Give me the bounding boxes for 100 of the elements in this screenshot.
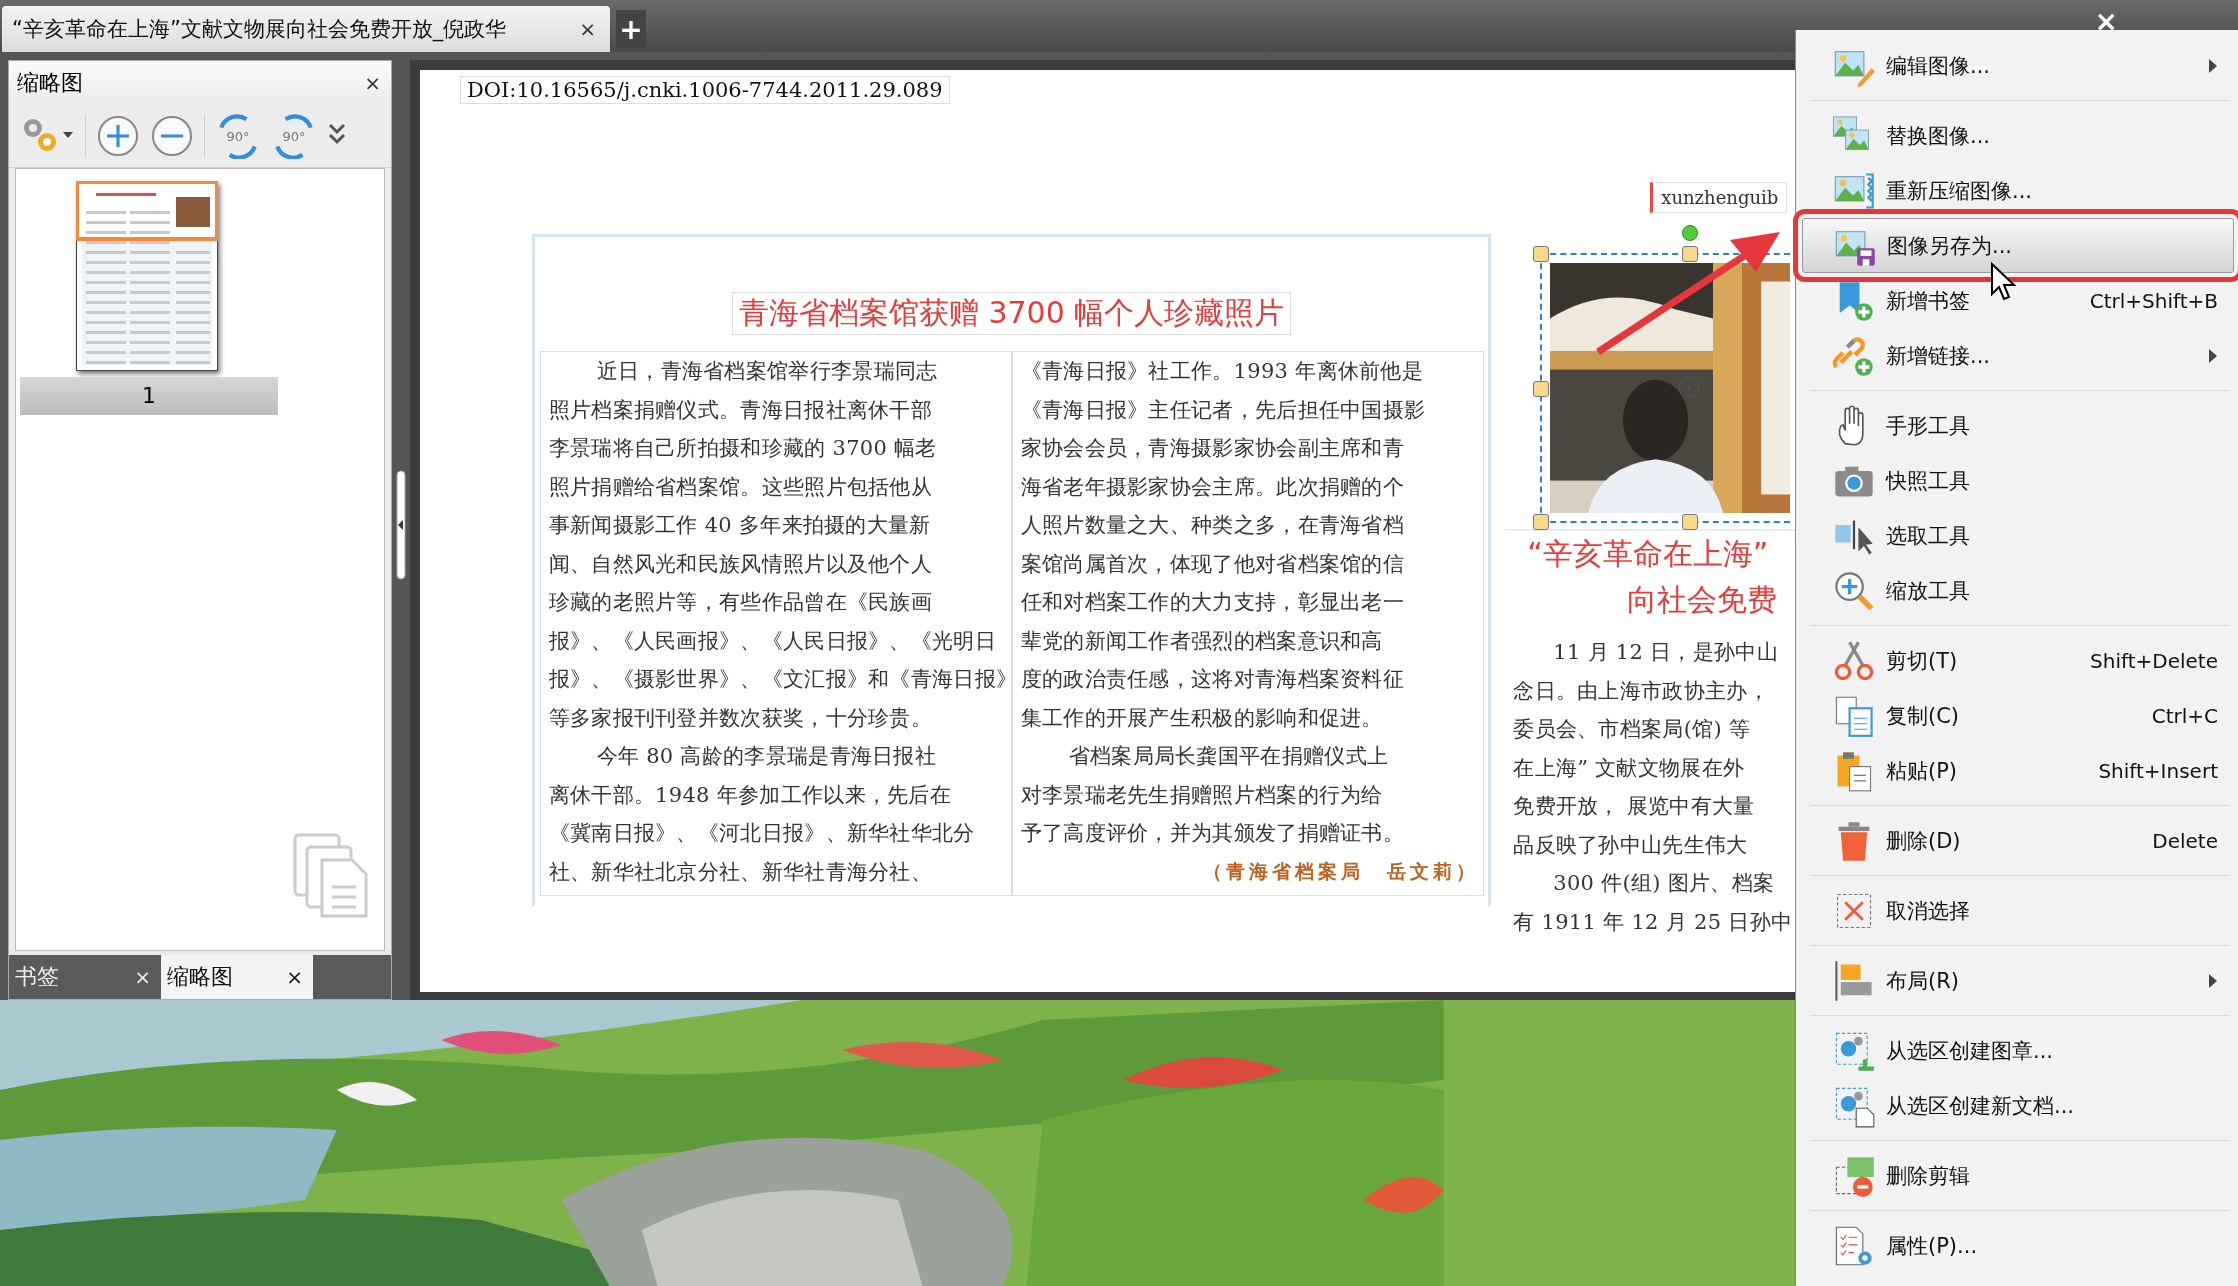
text-line: 家协会会员，青海摄影家协会副主席和青 (1020, 435, 1404, 462)
menu-item-label[interactable]: 粘贴(P) (1886, 756, 2089, 785)
panel-title: 缩略图 (17, 69, 83, 97)
menu-item-label[interactable]: 替换图像... (1886, 121, 2218, 150)
resize-handle[interactable] (1533, 381, 1550, 397)
menu-item[interactable]: 删除(D) Delete (1796, 813, 2238, 868)
menu-item[interactable]: 复制(C) Ctrl+C (1796, 688, 2238, 743)
menu-item-label[interactable]: 删除(D) (1886, 826, 2143, 855)
submenu-arrow-icon (2208, 347, 2218, 364)
resize-handle[interactable] (1533, 246, 1550, 262)
rotate-right-button[interactable]: 90° (271, 113, 317, 159)
menu-item[interactable]: 重新压缩图像... (1796, 163, 2238, 218)
resize-handle[interactable] (1682, 246, 1699, 262)
text-line: 照片档案捐赠仪式。青海日报社离休干部 (548, 396, 932, 424)
menu-item[interactable]: 从选区创建图章... (1796, 1023, 2238, 1078)
rotate-left-button[interactable]: 90° (215, 113, 261, 159)
close-panel-button[interactable]: × (360, 71, 385, 95)
panel-tab[interactable]: 缩略图 × (161, 955, 313, 999)
tab-title[interactable]: “辛亥革命在上海”文献文物展向社会免费开放_倪政华 (12, 15, 576, 43)
menu-item[interactable]: 新增链接... (1796, 328, 2238, 383)
menu-item[interactable]: 替换图像... (1796, 108, 2238, 163)
menu-item-label[interactable]: 选取工具 (1886, 521, 2218, 550)
close-tab-button[interactable]: × (130, 965, 155, 989)
menu-item[interactable]: 布局(R) (1796, 953, 2238, 1008)
text-line: 近日，青海省档案馆举行李景瑞同志 (595, 358, 938, 385)
text-line: 品反映了孙中山先生伟大 (1513, 831, 1748, 859)
resize-handle[interactable] (1682, 514, 1699, 530)
text-line: 集工作的开展产生积极的影响和促进。 (1020, 704, 1383, 732)
menu-item-label[interactable]: 复制(C) (1886, 701, 2142, 730)
menu-item-label[interactable]: 布局(R) (1886, 966, 2192, 995)
menu-item-label[interactable]: 图像另存为... (1887, 231, 2213, 260)
text-line: 《青海日报》社工作。1993 年离休前他是 (1020, 358, 1424, 385)
menu-item-label[interactable]: 编辑图像... (1886, 51, 2192, 80)
text-line: 300 件(组) 图片、档案 (1552, 870, 1775, 897)
menu-item[interactable]: 手形工具 (1796, 398, 2238, 453)
menu-item[interactable]: 新增书签 Ctrl+Shift+B (1796, 273, 2238, 328)
submenu-arrow-icon (2208, 57, 2218, 74)
article-title: 青海省档案馆获赠 3700 幅个人珍藏照片 (731, 292, 1292, 335)
text-line: 有 1911 年 12 月 25 日孙中 (1513, 908, 1793, 936)
document-tab[interactable]: “辛亥革命在上海”文献文物展向社会免费开放_倪政华 × (2, 6, 610, 52)
menu-item-label[interactable]: 删除剪辑 (1886, 1161, 2218, 1190)
collapse-handle[interactable] (396, 470, 406, 580)
text-line: 海省老年摄影家协会主席。此次捐赠的个 (1020, 473, 1404, 501)
text-line: 报》、《人民画报》、《人民日报》、《光明日 (548, 627, 996, 655)
close-tab-button[interactable]: × (575, 17, 600, 41)
menu-item-label[interactable]: 取消选择 (1886, 896, 2218, 925)
text-line: 任和对档案工作的大力支持，彰显出老一 (1020, 589, 1404, 616)
menu-item-label[interactable]: 缩放工具 (1886, 576, 2218, 605)
article-title: “辛亥革命在上海” (1527, 535, 1770, 573)
article-title: 向社会免费 (1627, 581, 1779, 619)
shortcut-label: Shift+Delete (2090, 648, 2218, 673)
zoom-out-button[interactable] (150, 114, 194, 158)
text-line: 事新闻摄影工作 40 多年来拍摄的大量新 (548, 512, 931, 539)
submenu-arrow-icon (2208, 972, 2218, 989)
menu-item-label[interactable]: 从选区创建新文档... (1886, 1091, 2218, 1120)
panel-tab[interactable]: 书签 × (9, 955, 161, 999)
text-line: 今年 80 高龄的李景瑞是青海日报社 (595, 743, 937, 770)
text-line: 等多家报刊刊登并数次获奖，十分珍贵。 (548, 704, 932, 732)
text-line: 辈党的新闻工作者强烈的档案意识和高 (1020, 627, 1383, 655)
menu-item[interactable]: 取消选择 (1796, 883, 2238, 938)
panel-tab-label[interactable]: 书签 (15, 962, 59, 992)
text-line: 度的政治责任感，这将对青海档案资料征 (1020, 666, 1404, 693)
menu-item-label[interactable]: 属性(P)... (1886, 1231, 2218, 1260)
menu-item[interactable]: 属性(P)... (1796, 1218, 2238, 1273)
text-line: 社、新华社北京分社、新华社青海分社、 (548, 858, 932, 886)
cursor-icon (1990, 262, 2016, 302)
center-point-icon (1677, 375, 1702, 399)
panel-tab-label[interactable]: 缩略图 (167, 962, 233, 992)
rotate-handle[interactable] (1682, 225, 1699, 241)
menu-item[interactable]: 剪切(T) Shift+Delete (1796, 633, 2238, 688)
page-number: 1 (20, 377, 278, 415)
menu-item-label[interactable]: 剪切(T) (1886, 646, 2081, 675)
text-line: 念日。由上海市政协主办， (1513, 677, 1769, 705)
menu-item[interactable]: 从选区创建新文档... (1796, 1078, 2238, 1133)
menu-item[interactable]: 缩放工具 (1796, 563, 2238, 618)
menu-item-label[interactable]: 新增书签 (1886, 286, 2080, 315)
menu-item[interactable]: 选取工具 (1796, 508, 2238, 563)
menu-item-label[interactable]: 手形工具 (1886, 411, 2218, 440)
text-line: 李景瑞将自己所拍摄和珍藏的 3700 幅老 (548, 435, 937, 462)
text-line: 省档案局局长龚国平在捐赠仪式上 (1067, 743, 1389, 770)
menu-item[interactable]: 删除剪辑 (1796, 1148, 2238, 1203)
text-line: 《青海日报》主任记者，先后担任中国摄影 (1020, 396, 1426, 424)
close-tab-button[interactable]: × (282, 965, 307, 989)
menu-item[interactable]: 粘贴(P) Shift+Insert (1796, 743, 2238, 798)
new-tab-button[interactable]: + (616, 10, 646, 48)
shortcut-label: Ctrl+Shift+B (2089, 288, 2218, 313)
menu-item-label[interactable]: 从选区创建图章... (1886, 1036, 2218, 1065)
doi-label: DOI:10.16565/j.cnki.1006-7744.2011.29.089 (460, 76, 950, 104)
menu-item[interactable]: 编辑图像... (1796, 38, 2238, 93)
close-button[interactable]: × (2094, 5, 2118, 38)
text-line: 委员会、市档案局(馆) 等 (1513, 716, 1751, 743)
zoom-in-button[interactable] (96, 114, 140, 158)
text-line: 照片捐赠给省档案馆。这些照片包括他从 (548, 473, 932, 501)
shortcut-label: Shift+Insert (2098, 758, 2218, 783)
text-line: 在上海” 文献文物展在外 (1513, 754, 1745, 782)
menu-item[interactable]: 快照工具 (1796, 453, 2238, 508)
resize-handle[interactable] (1533, 514, 1550, 530)
menu-item-label[interactable]: 快照工具 (1886, 466, 2218, 495)
menu-item-label[interactable]: 重新压缩图像... (1886, 176, 2218, 205)
menu-item-label[interactable]: 新增链接... (1886, 341, 2192, 370)
